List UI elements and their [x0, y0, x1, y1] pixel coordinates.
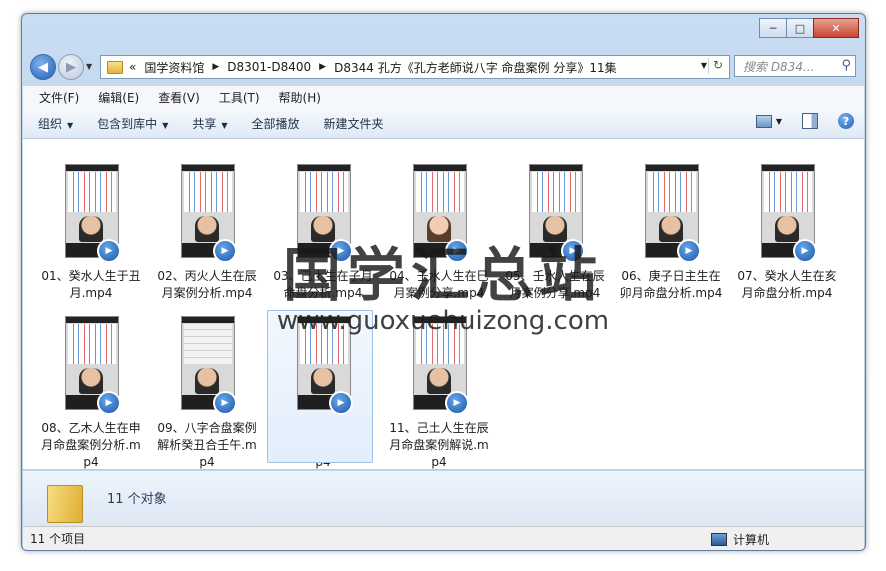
search-input[interactable]: 搜索 D834... ⚲ [734, 55, 856, 77]
file-name: 08、乙木人生在申月命盘案例分析.mp4 [41, 421, 141, 469]
status-computer-label: 计算机 [733, 533, 770, 547]
status-item-count: 11 个项目 [30, 532, 86, 546]
file-item[interactable]: ▶ 08、乙木人生在申月命盘案例分析.mp4 [39, 316, 143, 471]
media-player-icon: ▶ [329, 391, 353, 415]
menu-file[interactable]: 文件(F) [31, 89, 87, 106]
details-item-count: 11 个对象 [107, 492, 167, 507]
computer-icon [711, 533, 727, 546]
window-controls: ─ □ ✕ [759, 18, 859, 38]
presenter-image [79, 368, 103, 394]
menu-view[interactable]: 查看(V) [150, 89, 208, 106]
refresh-icon[interactable]: ↻ [708, 58, 727, 74]
file-item[interactable]: ▶ 11、己土人生在辰月命盘案例解说.mp4 [387, 316, 491, 471]
new-folder-button[interactable]: 新建文件夹 [315, 115, 393, 132]
play-all-button[interactable]: 全部播放 [243, 115, 309, 132]
status-location: 计算机 [711, 531, 769, 548]
media-player-icon: ▶ [445, 391, 469, 415]
details-pane: 11 个对象 [23, 470, 864, 527]
folder-icon [47, 485, 83, 523]
breadcrumb-item-current[interactable]: D8344 孔方《孔方老師说八字 命盘案例 分享》11集 [334, 59, 617, 76]
file-item[interactable]: ▶ 09、八字合盘案例解析癸丑合壬午.mp4 [155, 316, 259, 471]
file-item[interactable]: ▶10、壬水人生在寅月命盘案例解说.mp4 [267, 310, 375, 471]
search-icon[interactable]: ⚲ [841, 58, 851, 73]
change-view-icon[interactable] [755, 114, 772, 128]
watermark-title: 国学汇总站 [282, 241, 603, 309]
file-name: 09、八字合盘案例解析癸丑合壬午.mp4 [157, 421, 257, 469]
toolbar-right: ▼ ? [755, 113, 854, 129]
breadcrumb-overflow[interactable]: « [129, 60, 136, 74]
menu-bar: 文件(F) 编辑(E) 查看(V) 工具(T) 帮助(H) [23, 86, 864, 109]
organize-button[interactable]: 组织 ▼ [29, 115, 82, 132]
title-bar: ─ □ ✕ [22, 14, 865, 48]
share-button[interactable]: 共享 ▼ [183, 115, 236, 132]
forward-button[interactable]: ▶ [58, 54, 84, 80]
recent-pages-dropdown-icon[interactable]: ▼ [86, 62, 92, 71]
minimize-button[interactable]: ─ [759, 18, 787, 38]
close-button[interactable]: ✕ [813, 18, 859, 38]
menu-edit[interactable]: 编辑(E) [90, 89, 147, 106]
breadcrumb-separator-icon[interactable]: ▶ [319, 62, 326, 72]
status-bar: 11 个项目 计算机 [23, 526, 864, 550]
address-row: ◀ ▶ ▼ « 国学资料馆 ▶ D8301-D8400 ▶ D8344 孔方《孔… [22, 52, 865, 82]
presenter-image [311, 368, 335, 394]
address-dropdown-icon[interactable]: ▼ [701, 61, 707, 70]
menu-tools[interactable]: 工具(T) [211, 89, 268, 106]
include-in-library-button[interactable]: 包含到库中 ▼ [88, 115, 177, 132]
folder-icon [107, 60, 123, 74]
command-bar: 组织 ▼ 包含到库中 ▼ 共享 ▼ 全部播放 新建文件夹 ▼ ? [23, 108, 864, 139]
media-player-icon: ▶ [97, 391, 121, 415]
view-dropdown-icon[interactable]: ▼ [776, 117, 782, 126]
maximize-button[interactable]: □ [786, 18, 814, 38]
search-placeholder: 搜索 D834... [743, 59, 815, 74]
menu-help[interactable]: 帮助(H) [271, 89, 329, 106]
breadcrumb-item-root[interactable]: 国学资料馆 [144, 59, 204, 76]
back-button[interactable]: ◀ [30, 54, 56, 80]
presenter-image [195, 368, 219, 394]
watermark-url: www.guoxuehuizong.com [276, 306, 610, 336]
address-bar[interactable]: « 国学资料馆 ▶ D8301-D8400 ▶ D8344 孔方《孔方老師说八字… [100, 55, 730, 79]
help-icon[interactable]: ? [838, 113, 854, 129]
breadcrumb: « 国学资料馆 ▶ D8301-D8400 ▶ D8344 孔方《孔方老師说八字… [129, 59, 617, 76]
media-player-icon: ▶ [213, 391, 237, 415]
presenter-image [427, 368, 451, 394]
preview-pane-icon[interactable] [802, 113, 818, 129]
breadcrumb-separator-icon[interactable]: ▶ [212, 62, 219, 72]
breadcrumb-item-range[interactable]: D8301-D8400 [227, 60, 311, 74]
file-name: 11、己土人生在辰月命盘案例解说.mp4 [389, 421, 489, 469]
